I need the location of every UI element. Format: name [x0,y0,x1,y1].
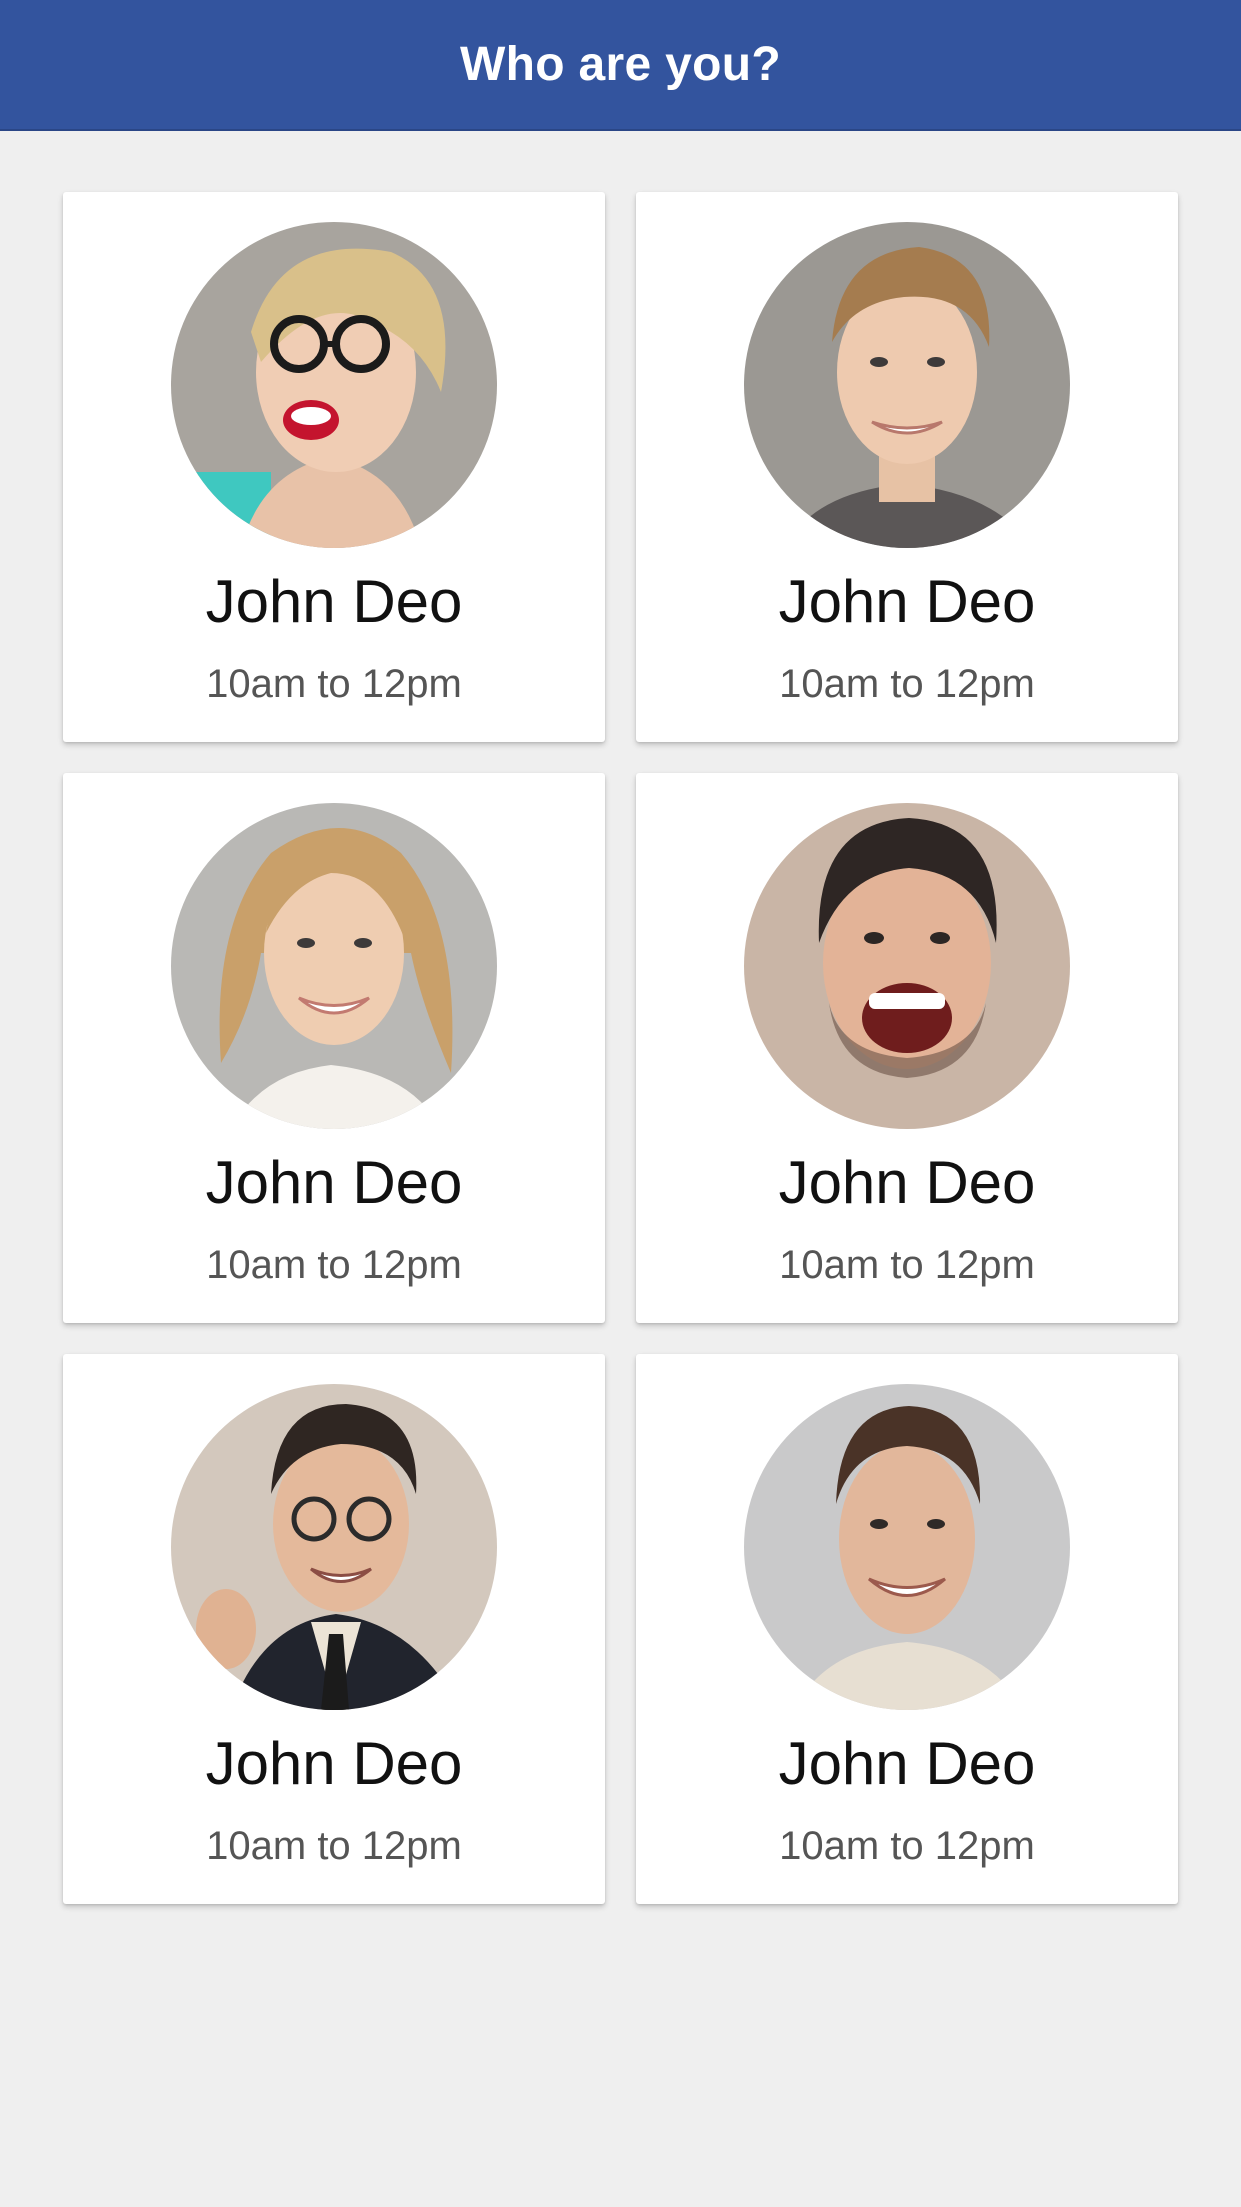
avatar [171,222,497,548]
person-time: 10am to 12pm [206,662,462,706]
person-card[interactable]: John Deo 10am to 12pm [63,1354,605,1904]
app-header: Who are you? [0,0,1241,131]
person-name: John Deo [778,1149,1036,1216]
person-card[interactable]: John Deo 10am to 12pm [63,192,605,742]
person-card[interactable]: John Deo 10am to 12pm [636,773,1178,1323]
person-time: 10am to 12pm [206,1824,462,1868]
page-title: Who are you? [460,38,781,91]
person-name: John Deo [205,1149,463,1216]
person-name: John Deo [205,568,463,635]
person-name: John Deo [205,1730,463,1797]
person-time: 10am to 12pm [779,662,1035,706]
person-time: 10am to 12pm [779,1824,1035,1868]
person-card[interactable]: John Deo 10am to 12pm [636,1354,1178,1904]
person-card[interactable]: John Deo 10am to 12pm [63,773,605,1323]
people-grid: John Deo 10am to 12pm John Deo 10am to 1… [63,192,1179,1904]
person-name: John Deo [778,568,1036,635]
person-card[interactable]: John Deo 10am to 12pm [636,192,1178,742]
person-time: 10am to 12pm [206,1243,462,1287]
avatar [744,1384,1070,1710]
person-name: John Deo [778,1730,1036,1797]
avatar [171,1384,497,1710]
person-time: 10am to 12pm [779,1243,1035,1287]
avatar [744,222,1070,548]
avatar [744,803,1070,1129]
avatar [171,803,497,1129]
